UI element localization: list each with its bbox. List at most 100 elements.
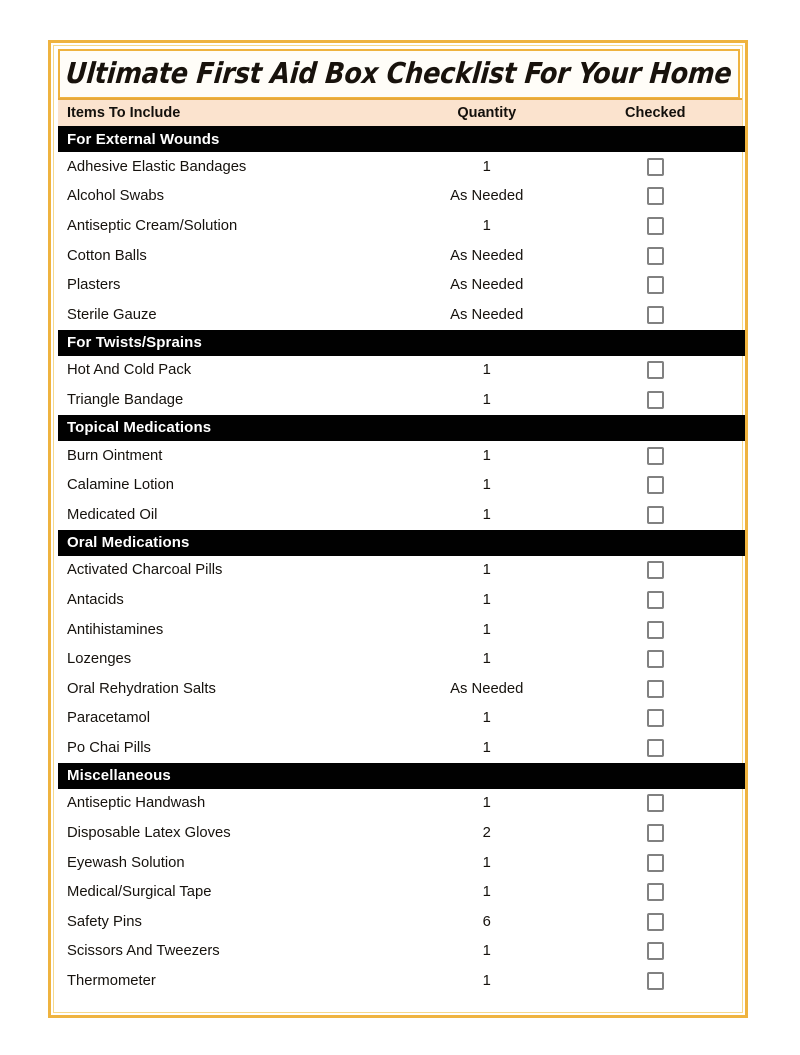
checkbox[interactable] <box>646 942 664 961</box>
table-row: Antiseptic Cream/Solution 1 <box>58 211 742 241</box>
section-title: Topical Medications <box>67 419 212 437</box>
page-title: Ultimate First Aid Box Checklist For You… <box>64 57 734 91</box>
checkbox[interactable] <box>646 276 664 295</box>
checkbox[interactable] <box>646 912 664 931</box>
table-row: Antihistamines 1 <box>58 614 742 645</box>
table-row: Burn Ointment 1 <box>58 440 742 471</box>
checked-cell <box>569 216 742 235</box>
checkbox[interactable] <box>646 824 664 843</box>
decorative-gold-frame: Ultimate First Aid Box Checklist For You… <box>48 40 748 1018</box>
column-header-checked: Checked <box>625 105 686 121</box>
table-row: Lozenges 1 <box>58 644 742 674</box>
checkbox[interactable] <box>646 853 664 872</box>
checked-cell <box>569 620 742 639</box>
checkbox[interactable] <box>646 157 664 176</box>
section-title: Miscellaneous <box>67 767 171 785</box>
item-quantity: As Needed <box>450 247 524 264</box>
checked-cell <box>569 246 742 265</box>
table-row: Alcohol Swabs As Needed <box>58 181 742 212</box>
checked-cell <box>569 361 742 380</box>
item-name: Alcohol Swabs <box>67 188 165 205</box>
item-name: Antiseptic Handwash <box>67 795 206 812</box>
checkbox[interactable] <box>646 590 664 609</box>
item-name: Cotton Balls <box>67 247 147 264</box>
item-name: Medical/Surgical Tape <box>67 884 212 901</box>
item-name: Sterile Gauze <box>67 306 157 323</box>
item-name: Thermometer <box>67 973 156 990</box>
table-row: Medical/Surgical Tape 1 <box>58 877 742 908</box>
item-quantity: 1 <box>482 158 491 175</box>
table-row: Calamine Lotion 1 <box>58 470 742 500</box>
item-name: Burn Ointment <box>67 447 163 464</box>
checkbox[interactable] <box>646 709 664 728</box>
checklist-page: Ultimate First Aid Box Checklist For You… <box>0 0 800 1055</box>
table-row: Po Chai Pills 1 <box>58 733 742 763</box>
checked-cell <box>569 476 742 495</box>
item-quantity: 1 <box>482 943 491 960</box>
checkbox[interactable] <box>646 361 664 380</box>
item-quantity: As Needed <box>450 188 524 205</box>
checkbox[interactable] <box>646 650 664 669</box>
item-name: Medicated Oil <box>67 506 158 523</box>
table-row: Medicated Oil 1 <box>58 499 742 530</box>
item-quantity: As Needed <box>450 277 524 294</box>
table-row: Oral Rehydration Salts As Needed <box>58 673 742 704</box>
checkbox[interactable] <box>646 972 664 991</box>
table-row: Thermometer 1 <box>58 966 742 996</box>
checked-cell <box>569 561 742 580</box>
item-quantity: 1 <box>482 973 491 990</box>
checked-cell <box>569 305 742 324</box>
item-name: Antihistamines <box>67 621 164 638</box>
item-name: Activated Charcoal Pills <box>67 562 223 579</box>
item-quantity: 1 <box>482 710 491 727</box>
checkbox[interactable] <box>646 305 664 324</box>
checkbox[interactable] <box>646 883 664 902</box>
checkbox[interactable] <box>646 679 664 698</box>
checked-cell <box>569 942 742 961</box>
checkbox[interactable] <box>646 246 664 265</box>
checked-cell <box>569 824 742 843</box>
checklist-table: Items To Include Quantity Checked For Exter… <box>58 98 748 996</box>
checkbox[interactable] <box>646 794 664 813</box>
table-row: Adhesive Elastic Bandages 1 <box>58 152 742 182</box>
checkbox[interactable] <box>646 561 664 580</box>
checked-cell <box>569 912 742 931</box>
item-name: Adhesive Elastic Bandages <box>67 158 247 175</box>
checkbox[interactable] <box>646 390 664 409</box>
checkbox[interactable] <box>646 738 664 757</box>
checked-cell <box>569 709 742 728</box>
column-header-item: Items To Include <box>67 105 181 121</box>
item-name: Plasters <box>67 277 121 294</box>
item-name: Eyewash Solution <box>67 854 185 871</box>
table-row: Cotton Balls As Needed <box>58 240 742 271</box>
item-quantity: 1 <box>482 391 491 408</box>
checkbox[interactable] <box>646 187 664 206</box>
table-row: Safety Pins 6 <box>58 907 742 937</box>
checkbox[interactable] <box>646 446 664 465</box>
title-banner: Ultimate First Aid Box Checklist For You… <box>58 49 740 99</box>
item-quantity: 1 <box>482 739 491 756</box>
section-header-row: Oral Medications <box>58 529 745 556</box>
section-header-row: For External Wounds <box>58 126 745 152</box>
table-row: Scissors And Tweezers 1 <box>58 936 742 967</box>
table-row: Antacids 1 <box>58 585 742 615</box>
item-quantity: 6 <box>482 913 491 930</box>
checkbox[interactable] <box>646 505 664 524</box>
item-name: Disposable Latex Gloves <box>67 825 231 842</box>
checked-cell <box>569 794 742 813</box>
checked-cell <box>569 446 742 465</box>
item-quantity: 1 <box>482 651 491 668</box>
item-quantity: 1 <box>482 477 491 494</box>
section-header-row: Topical Medications <box>58 414 745 441</box>
table-row: Disposable Latex Gloves 2 <box>58 818 742 848</box>
checkbox[interactable] <box>646 216 664 235</box>
section-header-row: Miscellaneous <box>58 762 745 789</box>
checked-cell <box>569 390 742 409</box>
checkbox[interactable] <box>646 476 664 495</box>
checked-cell <box>569 157 742 176</box>
item-quantity: 2 <box>482 825 491 842</box>
item-quantity: 1 <box>482 591 491 608</box>
checkbox[interactable] <box>646 620 664 639</box>
table-row: Triangle Bandage 1 <box>58 385 742 415</box>
table-row: Paracetamol 1 <box>58 703 742 734</box>
